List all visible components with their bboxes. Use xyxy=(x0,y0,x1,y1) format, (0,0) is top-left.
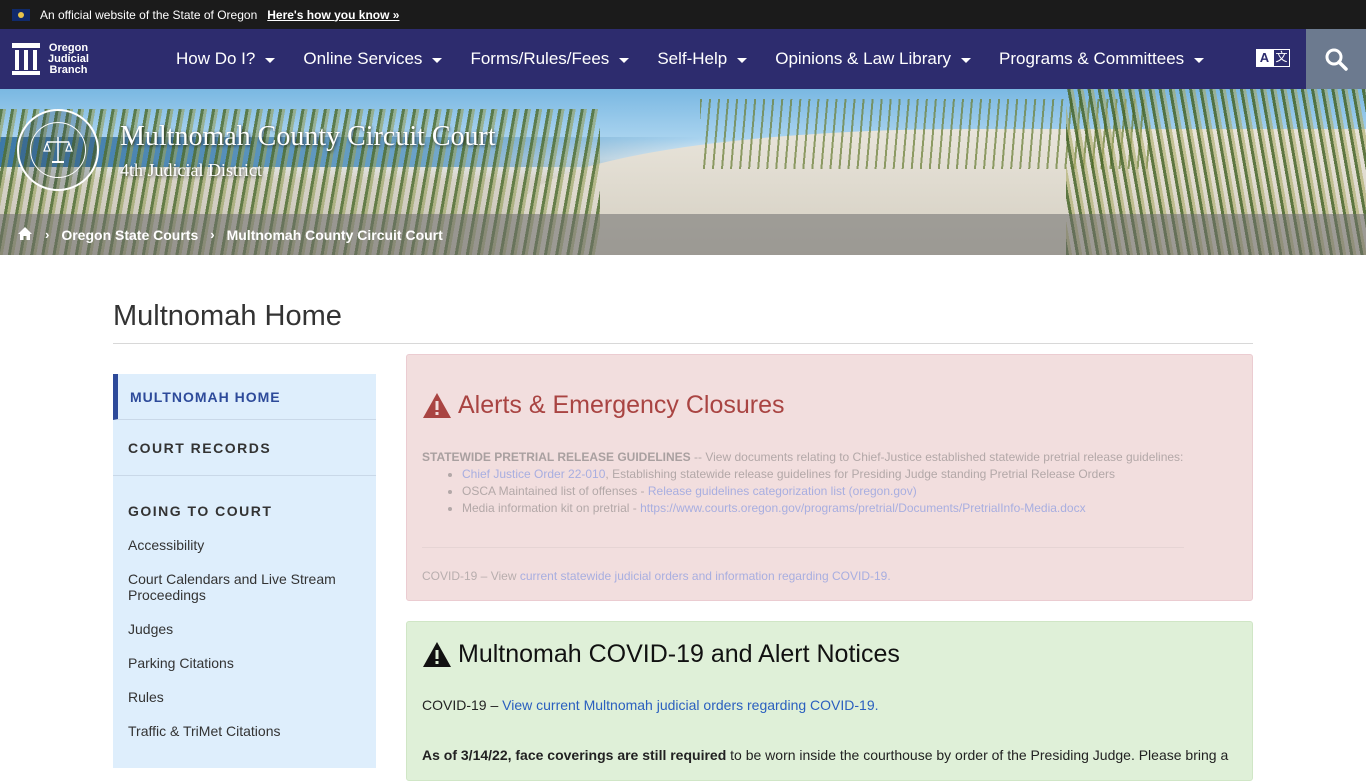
breadcrumb-oregon-state-courts[interactable]: Oregon State Courts xyxy=(61,227,198,243)
list-item: Chief Justice Order 22-010, Establishing… xyxy=(462,466,1192,483)
release-guidelines-link[interactable]: Release guidelines categorization list (… xyxy=(648,484,917,498)
notices-title: Multnomah COVID-19 and Alert Notices xyxy=(458,640,900,668)
multnomah-covid-text: COVID-19 – View current Multnomah judici… xyxy=(422,697,879,713)
list-item: OSCA Maintained list of offenses - Relea… xyxy=(462,483,1192,500)
caret-down-icon xyxy=(737,57,748,63)
court-title: Multnomah County Circuit Court xyxy=(120,121,496,152)
caret-down-icon xyxy=(1194,57,1205,63)
statewide-covid-text: COVID-19 – View current statewide judici… xyxy=(422,569,891,583)
sidebar-item-rules[interactable]: Rules xyxy=(113,680,376,714)
official-text: An official website of the State of Oreg… xyxy=(40,7,258,22)
translate-button[interactable]: A 文 xyxy=(1256,49,1290,67)
nav-how-do-i[interactable]: How Do I? xyxy=(162,29,289,89)
nav-forms-rules-fees[interactable]: Forms/Rules/Fees xyxy=(456,29,643,89)
sidebar-item-accessibility[interactable]: Accessibility xyxy=(113,528,376,562)
face-covering-notice: As of 3/14/22, face coverings are still … xyxy=(422,747,1229,763)
hero-banner: Multnomah County Circuit Court 4th Judic… xyxy=(0,89,1366,255)
nav-menu: How Do I? Online Services Forms/Rules/Fe… xyxy=(162,29,1218,89)
scales-of-justice-icon xyxy=(43,137,73,163)
alerts-title: Alerts & Emergency Closures xyxy=(458,391,785,419)
court-subtitle: 4th Judicial District xyxy=(120,160,262,180)
nav-online-services[interactable]: Online Services xyxy=(289,29,456,89)
caret-down-icon xyxy=(265,57,276,63)
translate-icon-b: 文 xyxy=(1273,49,1290,67)
nav-self-help[interactable]: Self-Help xyxy=(643,29,761,89)
search-button[interactable] xyxy=(1306,29,1366,89)
chevron-right-icon: › xyxy=(210,227,215,242)
official-banner: An official website of the State of Oreg… xyxy=(0,0,1366,29)
caret-down-icon xyxy=(432,57,443,63)
oregon-flag-icon xyxy=(12,8,30,21)
sidebar-item-judges[interactable]: Judges xyxy=(113,612,376,646)
page-title: Multnomah Home xyxy=(113,300,342,332)
main-navbar: Oregon Judicial Branch How Do I? Online … xyxy=(0,29,1366,89)
judicial-department-seal xyxy=(17,109,99,191)
multnomah-covid-link[interactable]: View current Multnomah judicial orders r… xyxy=(502,697,878,713)
pretrial-guidelines: STATEWIDE PRETRIAL RELEASE GUIDELINES --… xyxy=(422,449,1192,517)
sidebar-heading-going-to-court: GOING TO COURT xyxy=(128,503,273,519)
media-kit-link[interactable]: https://www.courts.oregon.gov/programs/p… xyxy=(640,501,1086,515)
sidebar-nav: MULTNOMAH HOME COURT RECORDS GOING TO CO… xyxy=(113,374,376,768)
warning-icon xyxy=(423,642,451,667)
sidebar-item-court-records[interactable]: COURT RECORDS xyxy=(113,420,376,476)
sidebar-item-parking-citations[interactable]: Parking Citations xyxy=(113,646,376,680)
sidebar-item-court-calendars[interactable]: Court Calendars and Live Stream Proceedi… xyxy=(113,562,376,612)
ojb-logo[interactable]: Oregon Judicial Branch xyxy=(12,41,162,76)
nav-opinions-law-library[interactable]: Opinions & Law Library xyxy=(761,29,985,89)
chief-justice-order-link[interactable]: Chief Justice Order 22-010 xyxy=(462,467,605,481)
caret-down-icon xyxy=(619,57,630,63)
home-icon[interactable] xyxy=(17,226,33,244)
alert-divider xyxy=(422,547,1184,548)
list-item: Media information kit on pretrial - http… xyxy=(462,500,1192,517)
translate-icon-a: A xyxy=(1256,49,1273,67)
alerts-panel: Alerts & Emergency Closures STATEWIDE PR… xyxy=(406,354,1253,601)
breadcrumb: › Oregon State Courts › Multnomah County… xyxy=(0,214,1366,255)
caret-down-icon xyxy=(961,57,971,63)
breadcrumb-current: Multnomah County Circuit Court xyxy=(226,226,443,243)
covid-notices-panel: Multnomah COVID-19 and Alert Notices COV… xyxy=(406,621,1253,781)
warning-icon xyxy=(423,393,451,418)
ojb-logo-text: Oregon Judicial Branch xyxy=(48,41,89,76)
title-divider xyxy=(113,343,1253,344)
how-you-know-link[interactable]: Here's how you know » xyxy=(267,8,399,22)
chevron-right-icon: › xyxy=(45,227,50,242)
courthouse-pillar-icon xyxy=(12,43,40,75)
sidebar-item-traffic-trimet[interactable]: Traffic & TriMet Citations xyxy=(113,714,376,748)
nav-programs-committees[interactable]: Programs & Committees xyxy=(985,29,1218,89)
search-icon xyxy=(1325,48,1348,71)
statewide-covid-link[interactable]: current statewide judicial orders and in… xyxy=(520,569,891,583)
sidebar-item-multnomah-home[interactable]: MULTNOMAH HOME xyxy=(113,374,376,420)
